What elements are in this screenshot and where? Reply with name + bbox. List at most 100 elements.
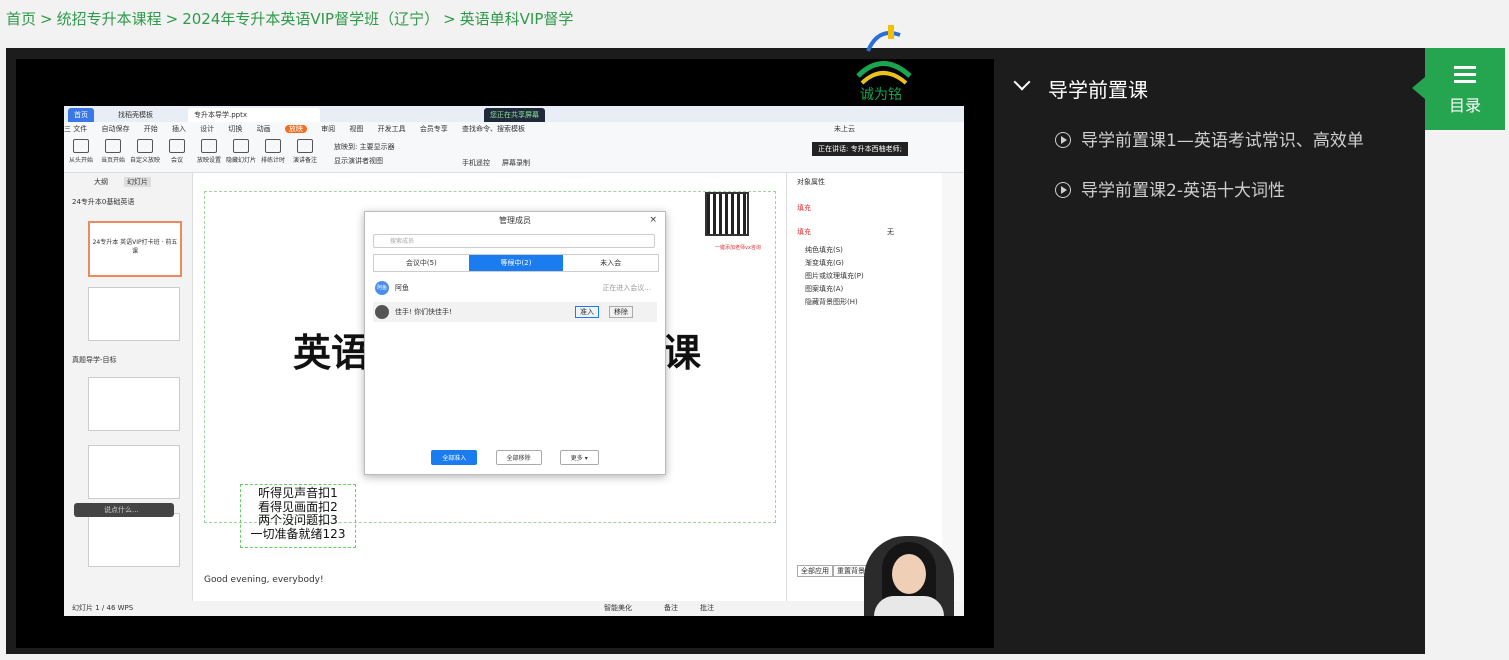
- fill-option[interactable]: 图片或纹理填充(P): [805, 271, 864, 281]
- rehearse-button[interactable]: 排练计时: [258, 139, 288, 164]
- breadcrumb-home[interactable]: 首页: [6, 10, 36, 28]
- cloud-status[interactable]: 未上云: [834, 122, 855, 136]
- fill-option[interactable]: 图案填充(A): [805, 284, 843, 294]
- comment-toggle[interactable]: 批注: [700, 601, 714, 616]
- notes-text: Good evening, everybody!: [204, 575, 324, 585]
- speaker-notes-button[interactable]: 演讲备注: [290, 139, 320, 164]
- remove-button[interactable]: 移除: [609, 306, 633, 318]
- notes-icon: [297, 139, 313, 153]
- wps-tabbar: 首页 找稻壳模板 专升本导学.pptx 您正在共享屏幕: [64, 106, 964, 122]
- admit-button[interactable]: 准入: [575, 306, 599, 318]
- fill-section[interactable]: 填充: [797, 227, 811, 237]
- course-outline-sidebar: 导学前置课 导学前置课1—英语考试常识、高效单 导学前置课2-英语十大词性: [1000, 48, 1425, 654]
- slides-tab[interactable]: 幻灯片: [124, 177, 151, 187]
- note-line: 听得见声音扣1: [258, 486, 338, 500]
- tab-not-joined[interactable]: 未入会: [563, 255, 658, 271]
- start-current-button[interactable]: 当页开始: [98, 139, 128, 164]
- settings-icon: [201, 139, 217, 153]
- play-icon: [1055, 132, 1071, 148]
- menu-autosave[interactable]: 自动保存: [101, 125, 129, 133]
- menu-devtools[interactable]: 开发工具: [378, 125, 406, 133]
- breadcrumb: 首页 > 统招专升本课程 >2024年专升本英语VIP督学班（辽宁） > 英语单科VIP督…: [6, 8, 577, 29]
- display-select[interactable]: 放映到: 主要显示器: [334, 142, 395, 152]
- fill-select[interactable]: 无: [887, 227, 894, 237]
- section-title[interactable]: 导学前置课: [1048, 74, 1148, 103]
- manage-members-dialog: 管理成员 × 搜索成员 会议中(5) 等候中(2) 未入会 阿鱼 阿鱼 正在进入…: [364, 211, 666, 475]
- breadcrumb-category[interactable]: 统招专升本课程: [57, 10, 162, 28]
- lesson-item[interactable]: 导学前置课2-英语十大词性: [1055, 176, 1420, 201]
- breadcrumb-current[interactable]: 英语单科VIP督学: [460, 10, 574, 28]
- member-search-input[interactable]: 搜索成员: [373, 234, 655, 248]
- presenter-view-checkbox[interactable]: 显示演讲者视图: [334, 156, 383, 166]
- play-icon: [105, 139, 121, 153]
- start-from-beginning-button[interactable]: 从头开始: [66, 139, 96, 164]
- slide-title-right: 课: [663, 331, 702, 375]
- breadcrumb-course[interactable]: 2024年专升本英语VIP督学班（辽宁）: [182, 10, 439, 28]
- menu-member[interactable]: 会员专享: [420, 125, 448, 133]
- member-name: 佳手! 你们快佳手!: [395, 308, 452, 316]
- panel-title: 对象属性: [797, 178, 825, 186]
- custom-show-button[interactable]: 自定义放映: [130, 139, 160, 164]
- notes-toggle[interactable]: 备注: [664, 601, 678, 616]
- shared-screen: 首页 找稻壳模板 专升本导学.pptx 您正在共享屏幕 三 文件 自动保存 开始…: [64, 106, 964, 616]
- side-icon-bar: [942, 173, 964, 601]
- tab-file[interactable]: 专升本导学.pptx: [188, 108, 320, 122]
- remove-all-button[interactable]: 全部移除: [495, 450, 542, 465]
- menu-arrow: [1412, 77, 1425, 99]
- lesson-item[interactable]: 导学前置课1—英语考试常识、高效单: [1055, 126, 1420, 151]
- slides-icon: [137, 139, 153, 153]
- hide-slide-button[interactable]: 隐藏幻灯片: [226, 139, 256, 164]
- menu-animation[interactable]: 动画: [257, 125, 271, 133]
- screen-record-button[interactable]: 屏幕录制: [502, 158, 530, 168]
- fill-option[interactable]: 纯色填充(S): [805, 245, 843, 255]
- outline-tab[interactable]: 大纲: [94, 177, 108, 187]
- menu-search[interactable]: 查找命令、搜索模板: [462, 125, 525, 133]
- member-tabs: 会议中(5) 等候中(2) 未入会: [373, 254, 659, 272]
- note-line: 看得见画面扣2: [258, 499, 338, 514]
- menu-slideshow[interactable]: 放映: [284, 125, 307, 133]
- menu-design[interactable]: 设计: [200, 125, 214, 133]
- meeting-button[interactable]: 会议: [162, 139, 192, 164]
- menu-review[interactable]: 审阅: [321, 125, 335, 133]
- menu-view[interactable]: 视图: [349, 125, 363, 133]
- show-settings-button[interactable]: 放映设置: [194, 139, 224, 164]
- fill-option[interactable]: 渐变填充(G): [805, 258, 844, 268]
- slide-thumb-5[interactable]: [88, 513, 180, 567]
- timer-icon: [265, 139, 281, 153]
- menu-start[interactable]: 开始: [144, 125, 158, 133]
- menu-transition[interactable]: 切换: [228, 125, 242, 133]
- note-line: 两个没问题扣3: [258, 513, 338, 527]
- fill-tab[interactable]: 填充: [797, 203, 811, 213]
- video-frame[interactable]: 首页 找稻壳模板 专升本导学.pptx 您正在共享屏幕 三 文件 自动保存 开始…: [16, 25, 994, 648]
- slide-thumb-2[interactable]: [88, 287, 180, 341]
- member-row: 阿鱼 阿鱼 正在进入会议...: [373, 278, 657, 298]
- slide-note-box: 听得见声音扣1 看得见画面扣2 两个没问题扣3 一切准备就绪123: [240, 484, 356, 548]
- play-icon: [73, 139, 89, 153]
- breadcrumb-sep: >: [40, 10, 53, 28]
- close-icon[interactable]: ×: [649, 215, 657, 225]
- catalog-menu-button[interactable]: 目录: [1425, 48, 1505, 130]
- slide-thumb-1[interactable]: 24专升本 英语VIP打卡班 · 前五课: [88, 221, 182, 277]
- tab-waiting[interactable]: 等候中(2): [468, 255, 564, 271]
- slide-thumb-3[interactable]: [88, 377, 180, 431]
- tab-in-meeting[interactable]: 会议中(5): [374, 255, 469, 271]
- svg-text:诚为铭: 诚为铭: [860, 87, 902, 101]
- qr-caption: 一键添加老师vx咨询: [715, 245, 761, 251]
- menu-icon: [1454, 66, 1476, 87]
- fill-option[interactable]: 隐藏背景图形(H): [805, 297, 858, 307]
- admit-all-button[interactable]: 全部准入: [431, 450, 478, 465]
- apply-all-button[interactable]: 全部应用: [797, 565, 833, 577]
- menu-insert[interactable]: 插入: [172, 125, 186, 133]
- menu-file[interactable]: 三 文件: [64, 125, 87, 133]
- catalog-label: 目录: [1448, 96, 1481, 115]
- more-button[interactable]: 更多 ▾: [559, 450, 599, 465]
- float-toolbar[interactable]: 说点什么...: [74, 503, 174, 517]
- phone-remote-button[interactable]: 手机遥控: [462, 158, 490, 168]
- avatar: [375, 305, 389, 319]
- wps-statusbar: 幻灯片 1 / 46 WPS Good evening, everybody! …: [64, 575, 964, 616]
- slide-thumb-4[interactable]: [88, 445, 180, 499]
- tab-home[interactable]: 首页: [68, 108, 94, 122]
- chevron-down-icon[interactable]: [1013, 73, 1031, 91]
- tab-template[interactable]: 找稻壳模板: [112, 108, 159, 122]
- smart-beautify-button[interactable]: 智能美化: [604, 601, 632, 616]
